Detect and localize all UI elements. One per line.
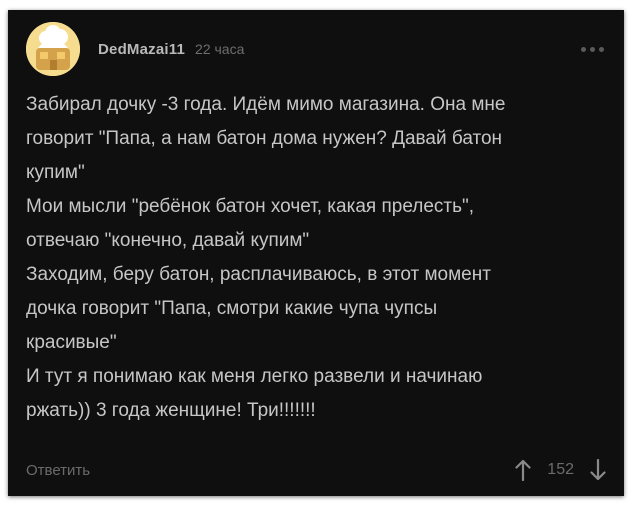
comment-line: Заходим, беру батон, расплачиваюсь, в эт… [26,264,491,285]
comment-line: ржать)) 3 года женщине! Три!!!!!!! [26,400,316,421]
author-name[interactable]: DedMazai11 [98,41,185,58]
dot [590,46,595,52]
avatar-icon [26,22,80,76]
comment-line: дочка говорит "Папа, смотри какие чупа ч… [26,298,438,319]
comment-line: И тут я понимаю как меня легко развели и… [26,366,483,387]
reply-button[interactable]: Ответить [26,462,90,479]
comment-line: говорит "Папа, а нам батон дома нужен? Д… [26,128,503,149]
comment-footer: Ответить 152 [26,456,606,484]
comment-line: Мои мысли "ребёнок батон хочет, какая пр… [26,196,475,217]
comment-card: DedMazai11 22 часа Забирал дочку -3 года… [8,10,624,496]
vote-count: 152 [547,461,574,478]
vote-controls: 152 [515,459,606,481]
arrow-down-icon[interactable] [590,459,606,481]
comment-time: 22 часа [195,41,245,57]
dot [599,46,604,52]
comment-line: купим" [26,162,85,183]
comment-line: Забирал дочку -3 года. Идём мимо магазин… [26,94,506,115]
more-dots-icon[interactable] [581,46,604,52]
avatar[interactable] [26,22,80,76]
comment-text: Забирал дочку -3 года. Идём мимо магазин… [26,88,601,428]
comment-line: отвечаю "конечно, давай купим" [26,230,310,251]
comment-line: красивые" [26,332,117,353]
comment-header: DedMazai11 22 часа [26,20,606,78]
arrow-up-icon[interactable] [515,459,531,481]
dot [581,46,586,52]
